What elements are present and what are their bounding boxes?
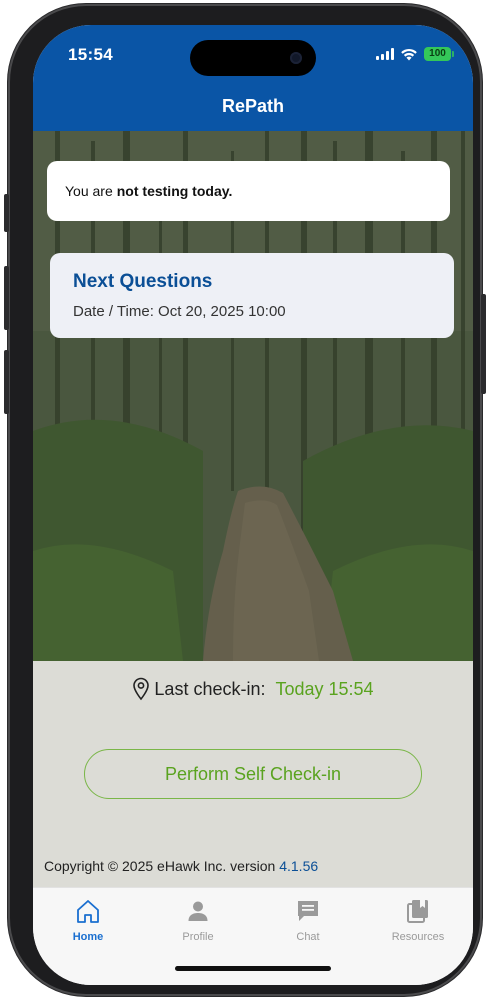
- wifi-icon: [401, 48, 417, 60]
- tab-home-label: Home: [72, 931, 104, 943]
- camera-icon: [290, 52, 302, 64]
- dynamic-island: [190, 40, 316, 76]
- testing-status-value: not testing today.: [116, 183, 233, 199]
- next-questions-datetime: Date / Time: Oct 20, 2025 10:00: [73, 303, 286, 320]
- last-checkin-label: Last check-in:: [154, 678, 266, 699]
- tab-chat-label: Chat: [296, 931, 320, 943]
- copyright-text: Copyright © 2025 eHawk Inc. version 4.1.…: [44, 858, 318, 874]
- power-button: [481, 294, 486, 394]
- home-indicator[interactable]: [175, 966, 331, 971]
- testing-status-prefix: You are: [65, 183, 113, 199]
- app-screen: 15:54 100 RePath You are not testing tod…: [33, 25, 473, 985]
- tab-profile[interactable]: Profile: [143, 896, 253, 943]
- tab-profile-label: Profile: [182, 931, 214, 943]
- tab-resources[interactable]: Resources: [363, 896, 473, 943]
- tab-home[interactable]: Home: [33, 896, 143, 943]
- perform-self-checkin-button[interactable]: Perform Self Check-in: [84, 749, 422, 799]
- last-checkin-value: Today 15:54: [275, 678, 374, 699]
- next-questions-title: Next Questions: [73, 271, 213, 292]
- testing-status-card: You are not testing today.: [47, 161, 450, 221]
- checkin-panel: Last check-in: Today 15:54 Perform Self …: [33, 661, 473, 887]
- person-icon: [188, 901, 208, 921]
- volume-up-button: [4, 266, 9, 330]
- location-pin-icon: [133, 677, 150, 701]
- volume-down-button: [4, 350, 9, 414]
- app-title: RePath: [221, 96, 284, 116]
- bottom-tab-bar: Home Profile Chat Resources: [33, 887, 473, 985]
- chat-icon: [298, 901, 318, 921]
- phone-frame: 15:54 100 RePath You are not testing tod…: [4, 4, 486, 996]
- app-header: 15:54 100 RePath: [33, 25, 473, 131]
- status-icons: 100: [376, 47, 454, 61]
- version-number: 4.1.56: [279, 858, 319, 874]
- copyright-label: Copyright © 2025 eHawk Inc. version: [44, 858, 276, 874]
- tab-resources-label: Resources: [391, 931, 445, 943]
- action-button: [4, 194, 9, 232]
- battery-icon: 100: [424, 47, 454, 61]
- book-icon: [407, 900, 428, 923]
- next-questions-card[interactable]: Next Questions Date / Time: Oct 20, 2025…: [50, 253, 454, 338]
- cellular-signal-icon: [376, 48, 394, 60]
- tab-chat[interactable]: Chat: [253, 896, 363, 943]
- last-checkin-row: Last check-in: Today 15:54: [33, 677, 473, 701]
- status-time: 15:54: [68, 45, 113, 64]
- home-icon: [77, 900, 99, 923]
